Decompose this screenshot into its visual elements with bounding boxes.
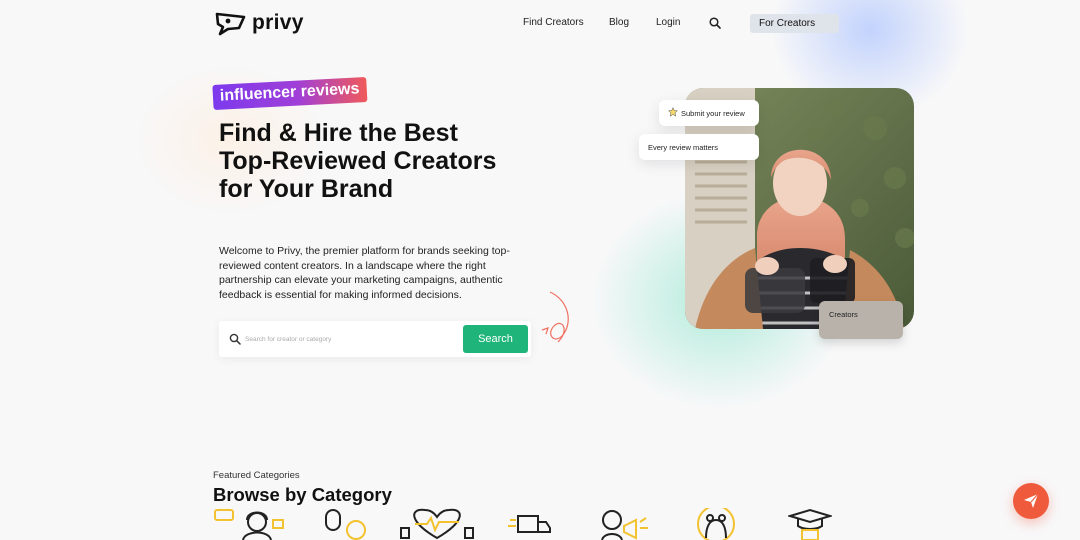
submit-review-bubble[interactable]: Submit your review <box>659 100 759 126</box>
featured-categories-label: Featured Categories <box>213 470 300 481</box>
search-button[interactable]: Search <box>463 325 528 353</box>
marketing-icon[interactable] <box>598 508 650 540</box>
brand-logo[interactable]: privy <box>214 10 304 36</box>
brand-name: privy <box>252 11 304 34</box>
every-review-text: Every review matters <box>648 142 719 152</box>
every-review-bubble: Every review matters <box>639 134 759 160</box>
pets-icon[interactable] <box>694 505 738 540</box>
submit-review-text: Submit your review <box>681 108 745 118</box>
nav-blog[interactable]: Blog <box>609 17 629 28</box>
top-navigation: privy Find Creators Blog Login For Creat… <box>0 0 1080 46</box>
education-icon[interactable] <box>786 508 834 540</box>
fitness-icon[interactable] <box>399 508 475 540</box>
nav-find-creators[interactable]: Find Creators <box>523 17 584 28</box>
for-creators-button[interactable]: For Creators <box>750 14 839 33</box>
star-icon <box>667 106 679 119</box>
delivery-icon[interactable] <box>508 508 552 540</box>
creator-search-form: Search <box>219 321 531 357</box>
gaming-icon[interactable] <box>213 508 289 540</box>
browse-by-category-title: Browse by Category <box>213 484 392 505</box>
nav-login[interactable]: Login <box>656 17 680 28</box>
send-icon <box>1024 493 1039 508</box>
search-field-icon <box>229 332 241 350</box>
creators-card-label: Creators <box>829 310 858 319</box>
search-icon[interactable] <box>709 16 721 34</box>
hero-description: Welcome to Privy, the premier platform f… <box>219 245 510 301</box>
privy-logo-icon <box>215 12 246 36</box>
send-message-button[interactable] <box>1013 483 1049 519</box>
decorative-squiggle-icon <box>541 291 569 343</box>
creators-card[interactable]: Creators <box>819 301 903 339</box>
podcast-icon[interactable] <box>320 508 372 540</box>
hero-title: Find & Hire the Best Top-Reviewed Creato… <box>219 119 497 203</box>
search-input[interactable] <box>245 329 455 349</box>
